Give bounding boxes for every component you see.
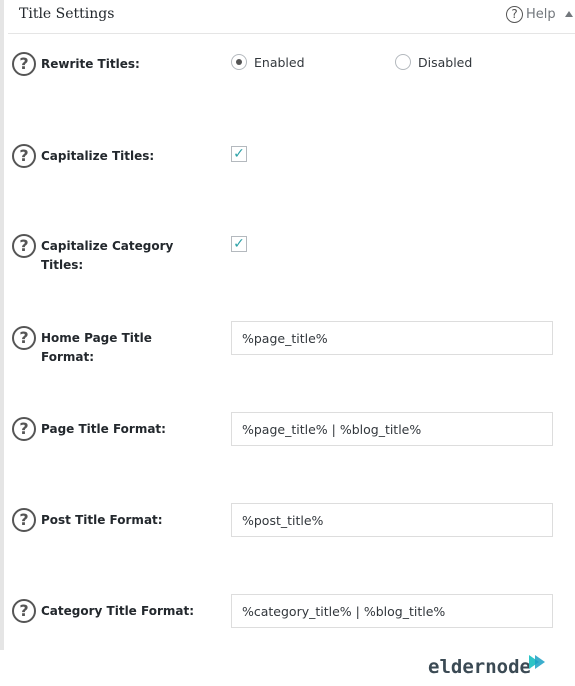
checkmark-icon: ✓: [233, 236, 245, 252]
category-title-format-label: Category Title Format:: [41, 604, 195, 618]
page-title-format-input[interactable]: [231, 412, 553, 446]
post-title-format-input[interactable]: [231, 503, 553, 537]
capitalize-category-titles-label: Capitalize Category Titles:: [41, 239, 174, 272]
rewrite-titles-label: Rewrite Titles:: [41, 57, 140, 71]
help-question-icon[interactable]: ?: [12, 326, 36, 350]
capitalize-category-titles-checkbox[interactable]: ✓: [231, 236, 247, 252]
category-title-format-input[interactable]: [231, 594, 553, 628]
panel-header: Title Settings ? Help: [8, 0, 575, 34]
help-question-icon[interactable]: ?: [12, 599, 36, 623]
panel-title: Title Settings: [19, 6, 115, 22]
help-question-icon[interactable]: ?: [12, 144, 36, 168]
checkmark-icon: ✓: [233, 146, 245, 162]
help-link[interactable]: ? Help: [506, 6, 556, 23]
title-settings-panel: Title Settings ? Help ? Rewrite Titles: …: [0, 0, 575, 650]
help-icon: ?: [506, 6, 523, 23]
help-question-icon[interactable]: ?: [12, 234, 36, 258]
post-title-format-label: Post Title Format:: [41, 513, 163, 527]
play-arrows-icon: [528, 655, 545, 669]
radio-enabled-label: Enabled: [254, 54, 305, 70]
capitalize-titles-checkbox[interactable]: ✓: [231, 146, 247, 162]
help-question-icon[interactable]: ?: [12, 417, 36, 441]
eldernode-watermark: eldernode: [428, 655, 549, 678]
capitalize-titles-label: Capitalize Titles:: [41, 149, 155, 163]
help-question-icon[interactable]: ?: [12, 52, 36, 76]
radio-enabled-option[interactable]: Enabled: [231, 54, 305, 70]
page-title-format-label: Page Title Format:: [41, 422, 166, 436]
radio-disabled-label: Disabled: [418, 54, 473, 70]
radio-enabled[interactable]: [231, 54, 247, 70]
home-page-title-format-label: Home Page Title Format:: [41, 331, 152, 364]
watermark-text: eldernode: [428, 656, 531, 678]
help-question-icon[interactable]: ?: [12, 508, 36, 532]
help-label: Help: [526, 7, 556, 22]
collapse-arrow-icon[interactable]: [565, 11, 573, 17]
home-page-title-format-input[interactable]: [231, 321, 553, 355]
radio-disabled[interactable]: [395, 54, 411, 70]
radio-disabled-option[interactable]: Disabled: [395, 54, 472, 70]
